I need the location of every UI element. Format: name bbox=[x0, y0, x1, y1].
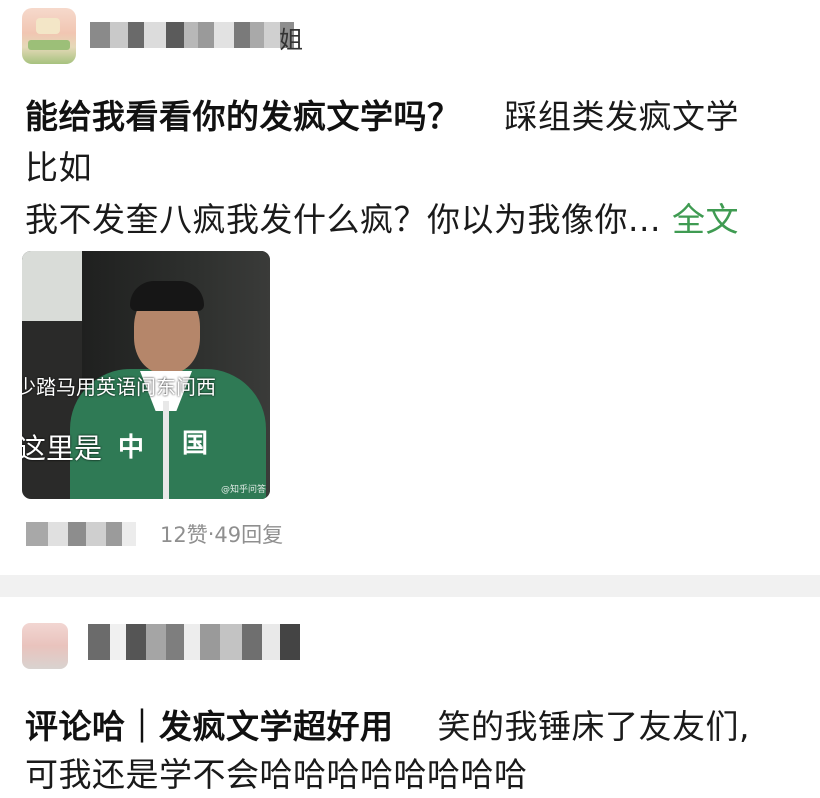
post-body-line-2: 比如 bbox=[25, 148, 92, 187]
avatar-detail bbox=[36, 18, 60, 34]
like-count[interactable]: 12赞 bbox=[160, 519, 208, 549]
avatar-detail bbox=[28, 40, 70, 50]
username-mosaic[interactable] bbox=[90, 22, 294, 48]
post-body-line-2: 可我还是学不会哈哈哈哈哈哈哈哈 bbox=[25, 755, 528, 794]
image-background bbox=[22, 251, 82, 321]
feed-separator bbox=[0, 575, 820, 597]
image-caption-2: 这里是 bbox=[22, 432, 103, 465]
username-mosaic[interactable] bbox=[88, 624, 300, 660]
jacket-text-1: 中 bbox=[118, 433, 145, 463]
jacket-text-2: 国 bbox=[182, 429, 209, 459]
user-avatar-1[interactable] bbox=[22, 8, 76, 64]
post-title: 能给我看看你的发疯文学吗？ bbox=[25, 97, 461, 136]
image-caption-1: 少踏马用英语问东问西 bbox=[22, 375, 216, 399]
meta-mosaic bbox=[26, 522, 136, 546]
username-suffix: 姐 bbox=[279, 26, 303, 54]
post-body-line-3: 我不发奎八疯我发什么疯？你以为我像你... 全文 bbox=[25, 193, 739, 241]
post-card-1: 姐 能给我看看你的发疯文学吗？ 踩组类发疯文学 比如 我不发奎八疯我发什么疯？你… bbox=[0, 0, 820, 575]
post-title-gap bbox=[405, 707, 427, 746]
post-title-rest: 踩组类发疯文学 bbox=[504, 97, 739, 136]
image-figure-zip bbox=[163, 401, 169, 499]
post-title-rest: 笑的我锤床了友友们, bbox=[437, 707, 750, 746]
post-title-gap bbox=[472, 97, 494, 136]
post-title: 评论哈｜发疯文学超好用 bbox=[25, 707, 394, 746]
post-title-line[interactable]: 能给我看看你的发疯文学吗？ 踩组类发疯文学 bbox=[25, 90, 739, 138]
post-title-line[interactable]: 评论哈｜发疯文学超好用 笑的我锤床了友友们, bbox=[25, 700, 750, 748]
meta-separator-dot: · bbox=[207, 522, 215, 546]
image-figure-hair bbox=[130, 281, 204, 311]
image-watermark: @知乎问答 bbox=[220, 485, 266, 495]
reply-count[interactable]: 49回复 bbox=[214, 519, 283, 549]
post-body-excerpt: 我不发奎八疯我发什么疯？你以为我像你... bbox=[25, 200, 661, 239]
full-text-link[interactable]: 全文 bbox=[672, 200, 739, 239]
user-avatar-2[interactable] bbox=[22, 623, 68, 669]
post-meta: 12赞 · 49回复 bbox=[26, 520, 283, 548]
post-image[interactable]: 中 国 少踏马用英语问东问西 这里是 @知乎问答 bbox=[22, 251, 270, 499]
